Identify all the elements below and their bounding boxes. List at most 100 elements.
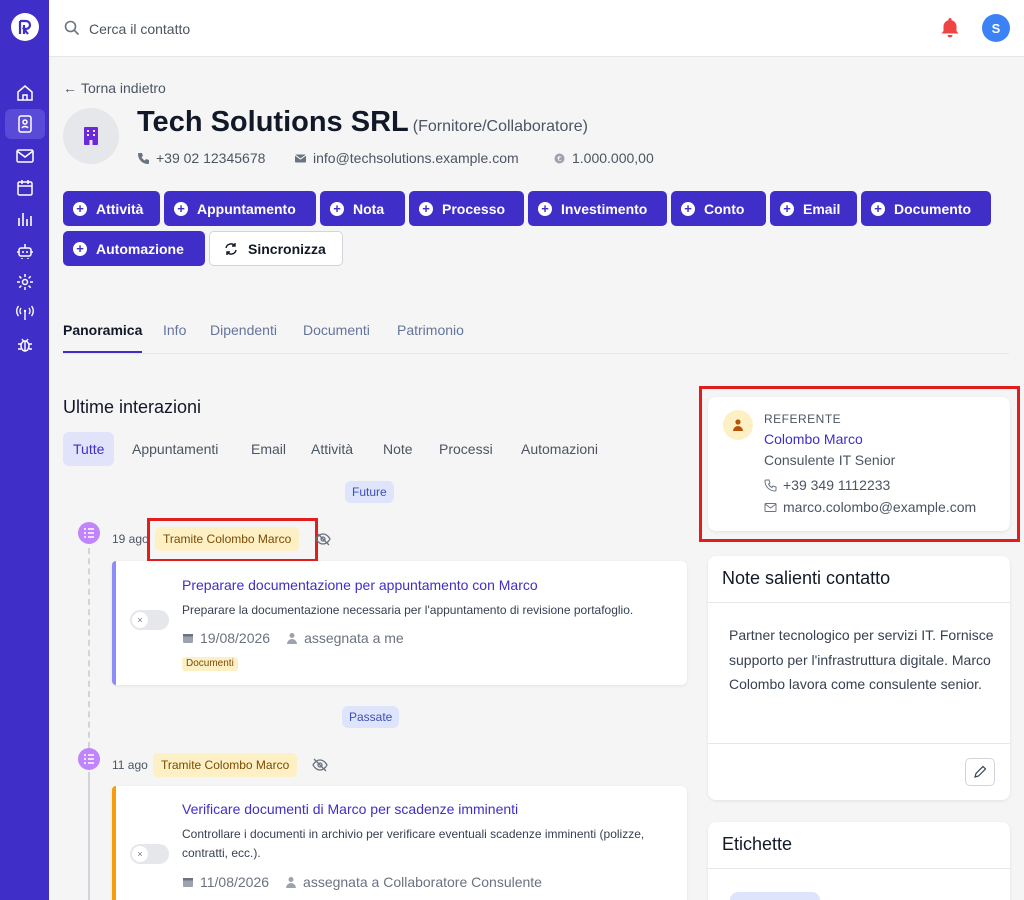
nav-contacts[interactable]	[5, 109, 45, 139]
mail-icon	[294, 154, 307, 162]
add-process-button[interactable]: + Processo	[409, 191, 524, 226]
search-input[interactable]	[89, 16, 489, 42]
interaction-due-date: 11/08/2026 assegnata a Collaboratore Con…	[182, 874, 542, 890]
filter-automations[interactable]: Automazioni	[511, 432, 608, 466]
notes-card: Note salienti contatto Partner tecnologi…	[708, 556, 1010, 800]
plus-circle-icon: +	[174, 201, 188, 216]
highlight-box	[147, 518, 318, 562]
referent-label: REFERENTE	[764, 412, 842, 426]
tab-documents[interactable]: Documenti	[303, 322, 370, 338]
add-investment-button[interactable]: + Investimento	[528, 191, 667, 226]
via-contact-badge[interactable]: Tramite Colombo Marco	[153, 753, 298, 777]
referent-name[interactable]: Colombo Marco	[764, 431, 863, 447]
company-email[interactable]: info@techsolutions.example.com	[294, 150, 519, 166]
document-tag: Documenti	[182, 657, 238, 671]
notes-title: Note salienti contatto	[708, 556, 1010, 603]
edit-notes-button[interactable]	[965, 758, 995, 786]
filter-all[interactable]: Tutte	[63, 432, 115, 466]
filter-appointments[interactable]: Appuntamenti	[122, 432, 228, 466]
interaction-title[interactable]: Verificare documenti di Marco per scaden…	[182, 801, 518, 817]
robot-icon	[17, 244, 33, 259]
phone-icon	[138, 152, 149, 164]
home-icon	[17, 85, 33, 101]
task-icon	[78, 748, 100, 770]
nav-debug[interactable]	[5, 330, 45, 360]
task-icon	[78, 522, 100, 544]
nav-automations[interactable]	[5, 236, 45, 266]
tab-employees[interactable]: Dipendenti	[210, 322, 277, 338]
plus-circle-icon: +	[73, 201, 87, 216]
coin-icon: €	[554, 153, 565, 163]
nav-analytics[interactable]	[5, 204, 45, 234]
eye-off-icon[interactable]	[312, 757, 328, 773]
tab-info[interactable]: Info	[163, 322, 186, 338]
pencil-icon	[974, 765, 987, 778]
add-note-button[interactable]: + Nota	[320, 191, 405, 226]
calendar-icon	[183, 878, 193, 887]
interactions-title: Ultime interazioni	[63, 397, 202, 417]
user-avatar[interactable]: S	[982, 14, 1010, 42]
referent-email[interactable]: marco.colombo@example.com	[764, 499, 976, 515]
nav-mail[interactable]	[5, 141, 45, 171]
tab-overview[interactable]: Panoramica	[63, 322, 142, 338]
user-icon	[287, 633, 298, 644]
complete-toggle[interactable]: ×	[130, 610, 169, 630]
eye-off-icon[interactable]	[315, 531, 331, 547]
add-automation-button[interactable]: + Automazione	[63, 231, 205, 266]
person-icon	[723, 410, 753, 440]
close-icon: ×	[132, 846, 148, 862]
filter-email[interactable]: Email	[241, 432, 296, 466]
arrow-left-icon: ←	[63, 80, 77, 96]
plus-circle-icon: +	[419, 201, 433, 216]
nav-home[interactable]	[5, 78, 45, 108]
filter-notes[interactable]: Note	[373, 432, 423, 466]
labels-title: Etichette	[708, 822, 1010, 869]
app-logo[interactable]	[11, 13, 39, 41]
logo-icon	[18, 19, 32, 35]
bar-chart-icon	[18, 213, 32, 226]
company-name: Tech Solutions SRL	[137, 106, 409, 138]
company-avatar	[63, 108, 119, 164]
gear-icon	[17, 274, 33, 290]
notification-bell-icon[interactable]	[938, 16, 962, 40]
nav-calendar[interactable]	[5, 173, 45, 203]
nav-broadcast[interactable]	[5, 298, 45, 328]
plus-circle-icon: +	[681, 201, 695, 216]
nav-settings[interactable]	[5, 267, 45, 297]
plus-circle-icon: +	[538, 201, 552, 216]
interaction-description: Controllare i documenti in archivio per …	[182, 827, 645, 860]
antenna-icon	[16, 305, 34, 320]
referent-phone[interactable]: +39 349 1112233	[764, 477, 890, 493]
label-chip[interactable]	[730, 892, 820, 900]
add-account-button[interactable]: + Conto	[671, 191, 766, 226]
referent-role: Consulente IT Senior	[764, 452, 896, 468]
notes-text: Partner tecnologico per servizi IT. Forn…	[729, 627, 994, 692]
phone-icon	[764, 479, 777, 492]
timeline-line	[88, 772, 90, 900]
interaction-card[interactable]: × Verificare documenti di Marco per scad…	[112, 786, 687, 900]
search-icon	[64, 20, 80, 36]
tab-assets[interactable]: Patrimonio	[397, 322, 464, 338]
back-link[interactable]: ← Torna indietro	[63, 80, 166, 96]
plus-circle-icon: +	[330, 201, 344, 216]
calendar-icon	[17, 180, 33, 196]
add-document-button[interactable]: + Documento	[861, 191, 991, 226]
refresh-icon	[225, 242, 237, 255]
company-phone[interactable]: +39 02 12345678	[137, 150, 265, 166]
company-type: (Fornitore/Collaboratore)	[412, 118, 588, 135]
back-label: Torna indietro	[81, 80, 166, 96]
top-bar: S	[49, 0, 1024, 57]
filter-activities[interactable]: Attività	[301, 432, 363, 466]
complete-toggle[interactable]: ×	[130, 844, 169, 864]
add-appointment-button[interactable]: + Appuntamento	[164, 191, 316, 226]
sync-button[interactable]: Sincronizza	[209, 231, 343, 266]
contacts-icon	[18, 115, 32, 133]
plus-circle-icon: +	[780, 201, 794, 216]
interaction-card[interactable]: × Preparare documentazione per appuntame…	[112, 561, 687, 685]
interaction-description: Preparare la documentazione necessaria p…	[182, 603, 634, 617]
add-activity-button[interactable]: + Attività	[63, 191, 160, 226]
filter-processes[interactable]: Processi	[429, 432, 503, 466]
add-email-button[interactable]: + Email	[770, 191, 857, 226]
interaction-title[interactable]: Preparare documentazione per appuntament…	[182, 577, 538, 593]
bug-icon	[18, 338, 32, 352]
